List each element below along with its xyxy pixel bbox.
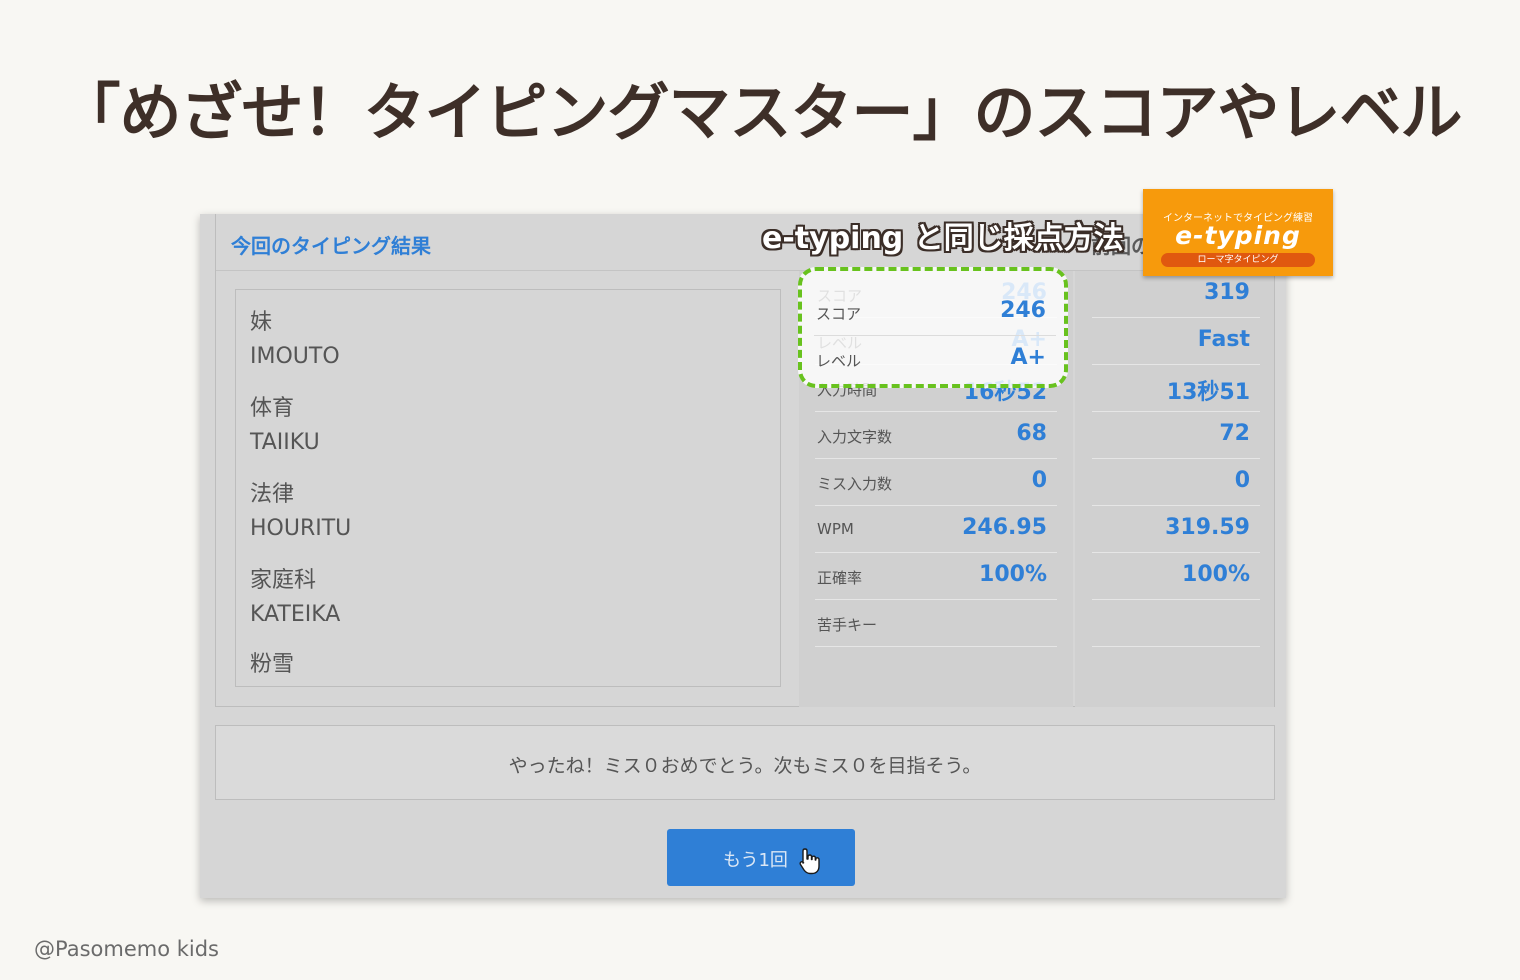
stat-value: 246.95 <box>962 515 1047 540</box>
highlight-row-score: スコア 246 <box>814 289 1056 336</box>
word-item: 体育 TAIIKU <box>250 392 320 460</box>
stat-value: 0 <box>1031 468 1047 493</box>
stat-label: レベル <box>816 352 862 370</box>
stat-row-weak-keys: 苦手キー <box>815 600 1057 647</box>
word-item: 家庭科 KATEIKA <box>250 564 340 632</box>
score-level-highlight: スコア 246 レベル A+ <box>798 267 1068 388</box>
prev-stat-row: 100% <box>1092 553 1260 600</box>
word-romaji: IMOUTO <box>250 344 340 369</box>
prev-stat-row: 13秒51 <box>1092 365 1260 412</box>
annotation-label: e-typing と同じ採点方法 <box>762 221 1124 256</box>
word-kanji: 法律 <box>250 482 295 507</box>
word-item: 法律 HOURITU <box>250 478 351 546</box>
stat-label: WPM <box>817 520 854 538</box>
credit-text: @Pasomemo kids <box>34 937 220 961</box>
stat-row-accuracy: 正確率 100% <box>815 553 1057 600</box>
stat-label: 正確率 <box>817 569 863 587</box>
badge-logo-text: e-typing <box>1175 221 1301 250</box>
word-romaji: KATEIKA <box>250 602 341 627</box>
stat-label: 入力文字数 <box>817 428 893 446</box>
word-romaji: HOURITU <box>250 516 352 541</box>
stat-row-chars: 入力文字数 68 <box>815 412 1057 459</box>
result-panel: 今回のタイピング結果 妹 IMOUTO 体育 TAIIKU 法律 HOURITU… <box>215 214 1275 707</box>
highlight-row-level: レベル A+ <box>814 336 1056 383</box>
word-kanji: 妹 <box>250 310 273 335</box>
stat-label: 苦手キー <box>817 616 878 634</box>
word-kanji: 粉雪 <box>250 652 295 677</box>
prev-stat-value: 100% <box>1182 562 1250 587</box>
retry-button-label: もう1回 <box>723 850 788 871</box>
prev-stat-row: Fast <box>1092 318 1260 365</box>
retry-button[interactable]: もう1回 <box>667 829 855 886</box>
stat-value: 246 <box>1000 298 1046 323</box>
prev-stat-value: 319 <box>1204 280 1250 305</box>
word-kanji: 家庭科 <box>250 568 317 593</box>
stat-label: ミス入力数 <box>817 475 893 493</box>
message-box: やったね！ミス０おめでとう。次もミス０を目指そう。 <box>215 725 1275 800</box>
stat-value: 68 <box>1016 421 1047 446</box>
prev-stat-value: 72 <box>1219 421 1250 446</box>
slide-title: 「めざせ！タイピングマスター」のスコアやレベル <box>58 76 1462 149</box>
prev-stat-row: 319 <box>1092 271 1260 318</box>
word-item: 粉雪 <box>250 648 294 682</box>
stat-value: 100% <box>979 562 1047 587</box>
typing-result-screen: 今回のタイピング結果 妹 IMOUTO 体育 TAIIKU 法律 HOURITU… <box>200 214 1286 898</box>
word-romaji: TAIIKU <box>250 430 320 455</box>
word-kanji: 体育 <box>250 396 295 421</box>
prev-stat-value: Fast <box>1197 327 1250 352</box>
hand-cursor-icon <box>799 848 820 875</box>
badge-pill: ローマ字タイピング <box>1161 253 1315 267</box>
prev-stat-row: 72 <box>1092 412 1260 459</box>
stat-label: スコア <box>816 305 862 323</box>
word-item: 妹 IMOUTO <box>250 306 340 374</box>
prev-stat-value: 13秒51 <box>1166 380 1250 405</box>
prev-stat-row: 319.59 <box>1092 506 1260 553</box>
result-message: やったね！ミス０おめでとう。次もミス０を目指そう。 <box>508 755 982 777</box>
stat-row-misses: ミス入力数 0 <box>815 459 1057 506</box>
stat-value: A+ <box>1010 345 1046 370</box>
word-list: 妹 IMOUTO 体育 TAIIKU 法律 HOURITU 家庭科 KATEIK… <box>235 289 781 687</box>
prev-stat-row <box>1092 600 1260 647</box>
e-typing-logo: インターネットでタイピング練習 e-typing ローマ字タイピング <box>1143 189 1333 276</box>
prev-stat-value: 0 <box>1234 468 1250 493</box>
prev-stat-row: 0 <box>1092 459 1260 506</box>
stat-row-wpm: WPM 246.95 <box>815 506 1057 553</box>
prev-stat-value: 319.59 <box>1165 515 1250 540</box>
previous-result-column: 319 Fast 13秒51 72 0 319.59 100% <box>1075 271 1274 707</box>
panel-title: 今回のタイピング結果 <box>231 234 431 258</box>
